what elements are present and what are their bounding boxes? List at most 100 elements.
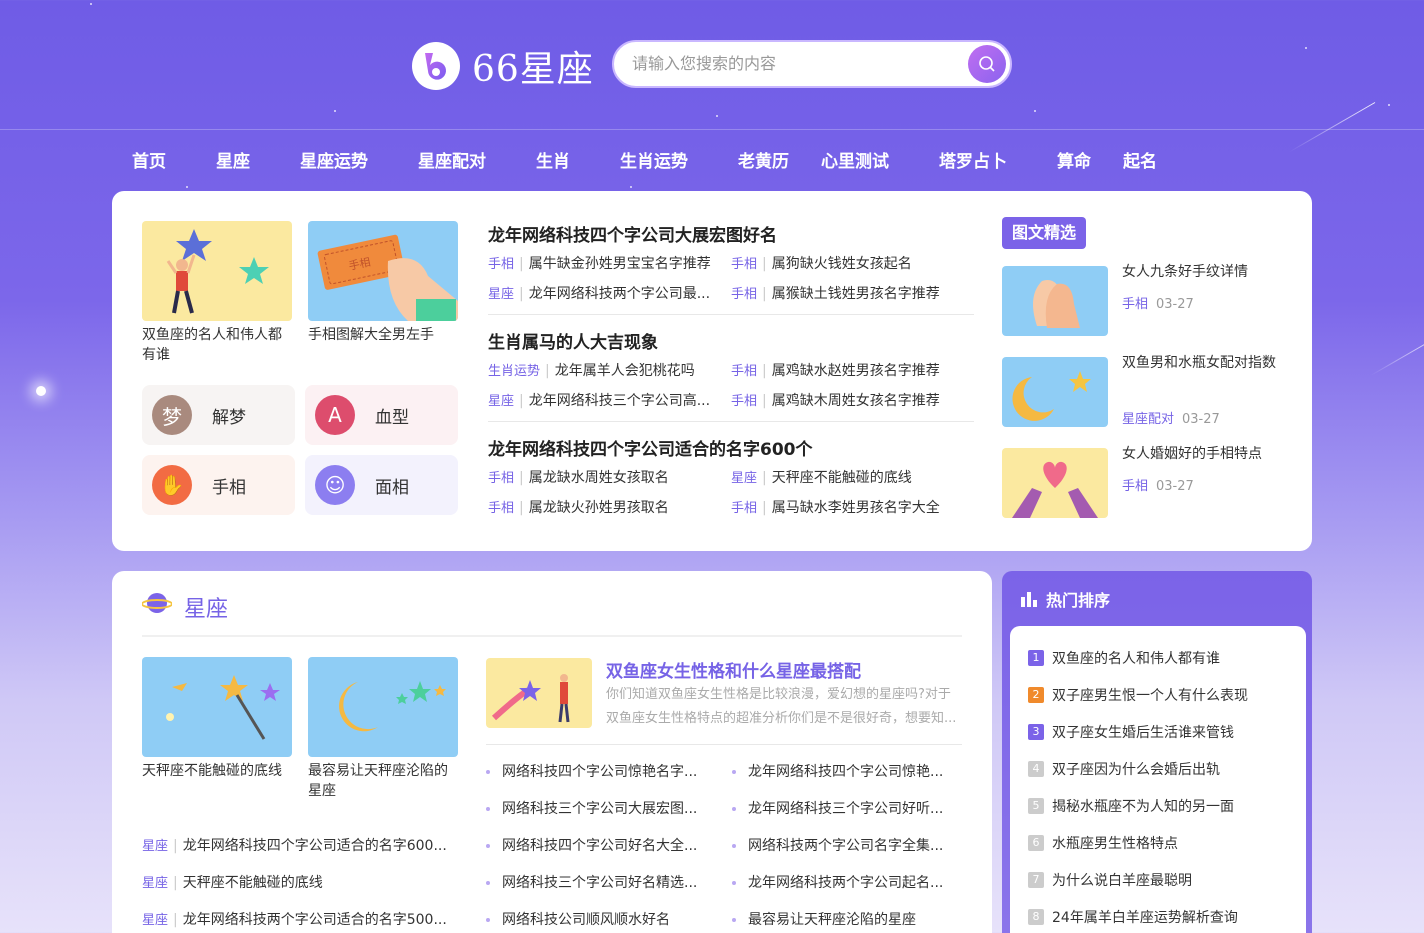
feature-description: 你们知道双鱼座女生性格是比较浪漫，爱幻想的星座吗?对于双鱼座女生性格特点的超准分… bbox=[606, 687, 957, 726]
thumb-image[interactable]: 手相 bbox=[308, 221, 458, 321]
thumb-image[interactable] bbox=[142, 221, 292, 321]
rank-number: 2 bbox=[1028, 687, 1044, 703]
news-row[interactable]: 手相 | 属龙缺水周姓女孩取名 bbox=[488, 467, 669, 487]
thumb-image[interactable] bbox=[142, 657, 292, 757]
divider bbox=[486, 744, 962, 745]
rank-number: 3 bbox=[1028, 724, 1044, 740]
ranking-item[interactable]: 8 24年属羊白羊座运势解析查询 bbox=[1028, 907, 1238, 927]
nav-item-chinese-zodiac[interactable]: 生肖 bbox=[536, 140, 570, 184]
ranking-item[interactable]: 1 双鱼座的名人和伟人都有谁 bbox=[1028, 648, 1220, 668]
list-item[interactable]: 龙年网络科技两个字公司起名... bbox=[732, 872, 943, 892]
logo-mark-icon bbox=[412, 42, 460, 90]
news-row[interactable]: 手相 | 属鸡缺木周姓女孩名字推荐 bbox=[731, 390, 940, 410]
divider bbox=[142, 635, 962, 637]
tile-label: 面相 bbox=[375, 477, 409, 498]
list-item[interactable]: 网络科技两个字公司名字全集... bbox=[732, 835, 943, 855]
tile-label: 血型 bbox=[375, 407, 409, 428]
ranking-item[interactable]: 6 水瓶座男生性格特点 bbox=[1028, 833, 1178, 853]
search-icon bbox=[979, 56, 995, 72]
news-row[interactable]: 手相 | 属马缺水李姓男孩名字大全 bbox=[731, 497, 940, 517]
tile-label: 解梦 bbox=[212, 407, 246, 428]
nav-item-almanac[interactable]: 老黄历 bbox=[738, 140, 789, 184]
featured-title[interactable]: 女人婚姻好的手相特点 bbox=[1122, 443, 1282, 466]
list-item[interactable]: 网络科技三个字公司大展宏图... bbox=[486, 798, 697, 818]
news-row[interactable]: 手相 | 属狗缺火钱姓女孩起名 bbox=[731, 253, 912, 273]
nav-item-fortune-telling[interactable]: 算命 bbox=[1057, 140, 1091, 184]
list-item[interactable]: 网络科技三个字公司好名精选... bbox=[486, 872, 697, 892]
ranking-item[interactable]: 2 双子座男生恨一个人有什么表现 bbox=[1028, 685, 1248, 705]
nav-item-psych-test[interactable]: 心里测试 bbox=[821, 140, 889, 184]
news-row[interactable]: 星座 | 龙年网络科技两个字公司最... bbox=[488, 283, 710, 303]
news-headline[interactable]: 龙年网络科技四个字公司适合的名字600个 bbox=[488, 435, 813, 460]
news-row[interactable]: 星座 | 天秤座不能触碰的底线 bbox=[731, 467, 912, 487]
site-header: 66星座 bbox=[0, 0, 1424, 130]
rank-number: 7 bbox=[1028, 872, 1044, 888]
nav-item-zodiac-fortune[interactable]: 星座运势 bbox=[300, 140, 368, 184]
nav-item-naming[interactable]: 起名 bbox=[1123, 140, 1157, 184]
ranking-item[interactable]: 5 揭秘水瓶座不为人知的另一面 bbox=[1028, 796, 1234, 816]
face-icon: ☺ bbox=[315, 465, 355, 505]
list-item[interactable]: 网络科技四个字公司好名大全... bbox=[486, 835, 697, 855]
featured-meta: 星座配对 03-27 bbox=[1122, 412, 1220, 427]
ranking-item[interactable]: 3 双子座女生婚后生活谁来管钱 bbox=[1028, 722, 1234, 742]
rank-number: 1 bbox=[1028, 650, 1044, 666]
featured-thumb[interactable] bbox=[1002, 448, 1108, 518]
section-title[interactable]: 星座 bbox=[184, 591, 228, 623]
ranking-title: 热门排序 bbox=[1046, 591, 1111, 610]
news-row[interactable]: 星座 | 龙年网络科技三个字公司高... bbox=[488, 390, 710, 410]
nav-item-chinese-zodiac-fortune[interactable]: 生肖运势 bbox=[620, 140, 688, 184]
thumb-caption[interactable]: 天秤座不能触碰的底线 bbox=[142, 761, 294, 781]
rank-number: 4 bbox=[1028, 761, 1044, 777]
thumb-caption[interactable]: 手相图解大全男左手 bbox=[308, 325, 460, 345]
news-row[interactable]: 手相 | 属猴缺土钱姓男孩名字推荐 bbox=[731, 283, 940, 303]
news-row[interactable]: 生肖运势 | 龙年属羊人会犯桃花吗 bbox=[488, 360, 695, 380]
feature-title[interactable]: 双鱼座女生性格和什么星座最搭配 bbox=[606, 657, 861, 682]
featured-meta: 手相 03-27 bbox=[1122, 479, 1194, 494]
tile-dream-interpretation[interactable]: 梦 解梦 bbox=[142, 385, 295, 445]
news-row[interactable]: 手相 | 属鸡缺水赵姓男孩名字推荐 bbox=[731, 360, 940, 380]
featured-thumb[interactable] bbox=[1002, 357, 1108, 427]
top-panel: 双鱼座的名人和伟人都有谁 手相 手相图解大全男左手 梦 解梦 A 血型 ✋ 手相… bbox=[112, 191, 1312, 551]
nav-item-tarot[interactable]: 塔罗占卜 bbox=[939, 140, 1007, 184]
site-logo[interactable]: 66星座 bbox=[412, 40, 594, 92]
thumb-caption[interactable]: 双鱼座的名人和伟人都有谁 bbox=[142, 325, 294, 365]
news-row[interactable]: 星座 | 龙年网络科技两个字公司适合的名字500... bbox=[142, 909, 447, 929]
search-input[interactable] bbox=[632, 54, 952, 73]
news-row[interactable]: 星座 | 天秤座不能触碰的底线 bbox=[142, 872, 323, 892]
news-headline[interactable]: 生肖属马的人大吉现象 bbox=[488, 328, 658, 353]
search-box bbox=[612, 40, 1012, 88]
divider bbox=[488, 314, 974, 315]
list-item[interactable]: 龙年网络科技四个字公司惊艳... bbox=[732, 761, 943, 781]
news-row[interactable]: 手相 | 属牛缺金孙姓男宝宝名字推荐 bbox=[488, 253, 711, 273]
featured-title[interactable]: 双鱼男和水瓶女配对指数 bbox=[1122, 352, 1282, 375]
tile-label: 手相 bbox=[212, 477, 246, 498]
featured-title[interactable]: 女人九条好手纹详情 bbox=[1122, 261, 1282, 284]
ranking-list: 1 双鱼座的名人和伟人都有谁 2 双子座男生恨一个人有什么表现 3 双子座女生婚后生活… bbox=[1010, 626, 1306, 933]
ranking-item[interactable]: 4 双子座因为什么会婚后出轨 bbox=[1028, 759, 1220, 779]
news-headline[interactable]: 龙年网络科技四个字公司大展宏图好名 bbox=[488, 221, 777, 246]
list-item[interactable]: 最容易让天秤座沦陷的星座 bbox=[732, 909, 916, 929]
thumb-caption[interactable]: 最容易让天秤座沦陷的星座 bbox=[308, 761, 460, 801]
bar-chart-icon bbox=[1021, 592, 1037, 607]
nav-item-home[interactable]: 首页 bbox=[132, 140, 166, 184]
ranking-header: 热门排序 bbox=[1020, 587, 1110, 611]
news-row[interactable]: 手相 | 属龙缺火孙姓男孩取名 bbox=[488, 497, 669, 517]
main-nav: 首页 星座 星座运势 星座配对 生肖 生肖运势 老黄历 心里测试 塔罗占卜 算命… bbox=[112, 140, 1157, 184]
nav-item-zodiac-match[interactable]: 星座配对 bbox=[418, 140, 486, 184]
news-row[interactable]: 星座 | 龙年网络科技四个字公司适合的名字600... bbox=[142, 835, 447, 855]
list-item[interactable]: 网络科技四个字公司惊艳名字... bbox=[486, 761, 697, 781]
tile-face-reading[interactable]: ☺ 面相 bbox=[305, 455, 458, 515]
tile-blood-type[interactable]: A 血型 bbox=[305, 385, 458, 445]
rank-number: 8 bbox=[1028, 909, 1044, 925]
featured-thumb[interactable] bbox=[1002, 266, 1108, 336]
feature-thumb[interactable] bbox=[486, 658, 592, 728]
list-item[interactable]: 网络科技公司顺风顺水好名 bbox=[486, 909, 670, 929]
ranking-item[interactable]: 7 为什么说白羊座最聪明 bbox=[1028, 870, 1192, 890]
nav-item-zodiac[interactable]: 星座 bbox=[216, 140, 250, 184]
tile-palmistry[interactable]: ✋ 手相 bbox=[142, 455, 295, 515]
logo-text: 66星座 bbox=[472, 49, 594, 90]
list-item[interactable]: 龙年网络科技三个字公司好听... bbox=[732, 798, 943, 818]
search-button[interactable] bbox=[968, 45, 1006, 83]
thumb-image[interactable] bbox=[308, 657, 458, 757]
featured-badge: 图文精选 bbox=[1002, 217, 1086, 249]
